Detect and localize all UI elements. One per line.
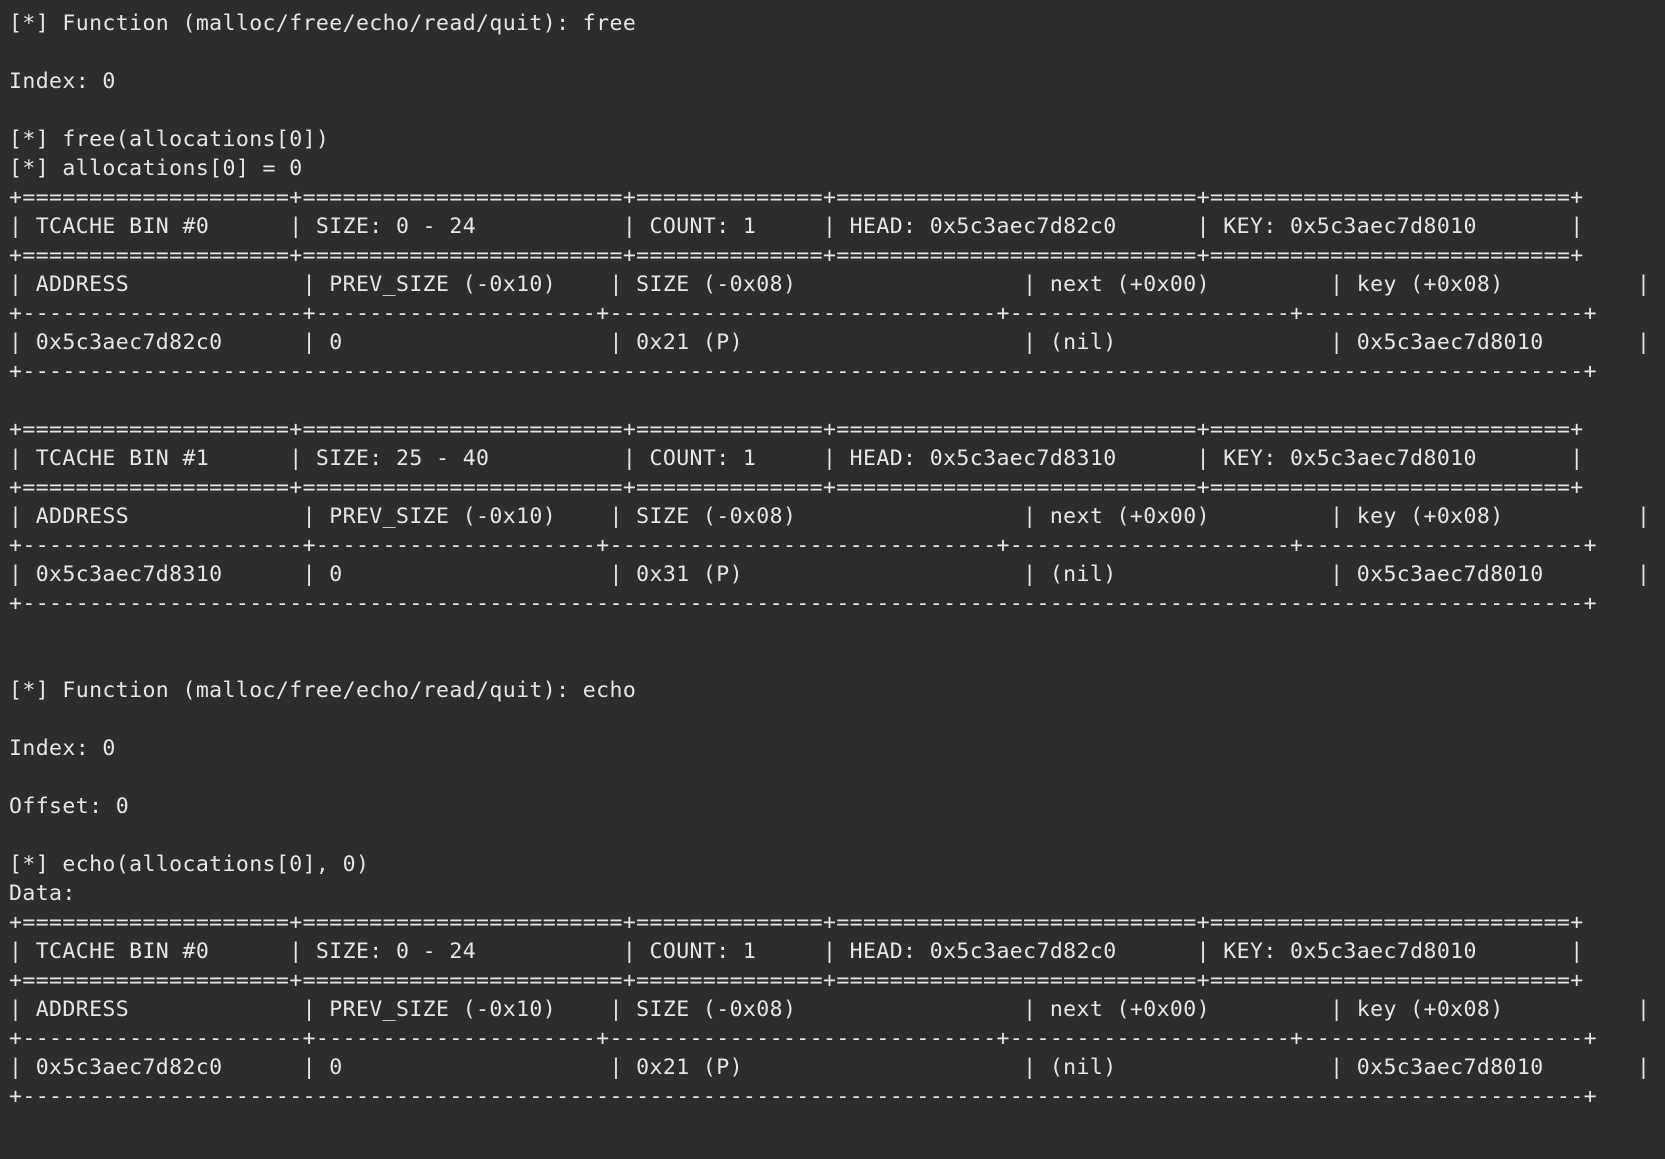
table-column-headers: | ADDRESS | PREV_SIZE (-0x10) | SIZE (-0… <box>9 272 1651 297</box>
table-border: +====================+==================… <box>9 417 1584 442</box>
table-border: +====================+==================… <box>9 968 1584 993</box>
table-column-headers: | ADDRESS | PREV_SIZE (-0x10) | SIZE (-0… <box>9 504 1651 529</box>
table-border: +====================+==================… <box>9 475 1584 500</box>
table-border: +---------------------+-----------------… <box>9 533 1597 558</box>
terminal-line: [*] Function (malloc/free/echo/read/quit… <box>9 678 637 703</box>
table-header-row: | TCACHE BIN #1 | SIZE: 25 - 40 | COUNT:… <box>9 446 1584 471</box>
table-border: +---------------------------------------… <box>9 359 1597 384</box>
table-border: +---------------------+-----------------… <box>9 301 1597 326</box>
table-border: +---------------------+-----------------… <box>9 1026 1597 1051</box>
terminal-line: Index: 0 <box>9 69 116 94</box>
table-border: +====================+==================… <box>9 910 1584 935</box>
terminal-line: [*] free(allocations[0]) <box>9 127 330 152</box>
table-border: +---------------------------------------… <box>9 1084 1597 1109</box>
terminal-line: [*] echo(allocations[0], 0) <box>9 852 370 877</box>
terminal-output: [*] Function (malloc/free/echo/read/quit… <box>9 9 1659 1111</box>
table-row: | 0x5c3aec7d82c0 | 0 | 0x21 (P) | (nil) … <box>9 1055 1651 1080</box>
table-border: +---------------------------------------… <box>9 591 1597 616</box>
terminal-line: Index: 0 <box>9 736 116 761</box>
table-border: +====================+==================… <box>9 243 1584 268</box>
terminal-line: [*] allocations[0] = 0 <box>9 156 303 181</box>
table-row: | 0x5c3aec7d8310 | 0 | 0x31 (P) | (nil) … <box>9 562 1651 587</box>
terminal-line: [*] Function (malloc/free/echo/read/quit… <box>9 11 637 36</box>
table-border: +====================+==================… <box>9 185 1584 210</box>
terminal-line: Data: <box>9 881 76 906</box>
table-row: | 0x5c3aec7d82c0 | 0 | 0x21 (P) | (nil) … <box>9 330 1651 355</box>
table-header-row: | TCACHE BIN #0 | SIZE: 0 - 24 | COUNT: … <box>9 214 1584 239</box>
table-column-headers: | ADDRESS | PREV_SIZE (-0x10) | SIZE (-0… <box>9 997 1651 1022</box>
table-header-row: | TCACHE BIN #0 | SIZE: 0 - 24 | COUNT: … <box>9 939 1584 964</box>
terminal-line: Offset: 0 <box>9 794 130 819</box>
